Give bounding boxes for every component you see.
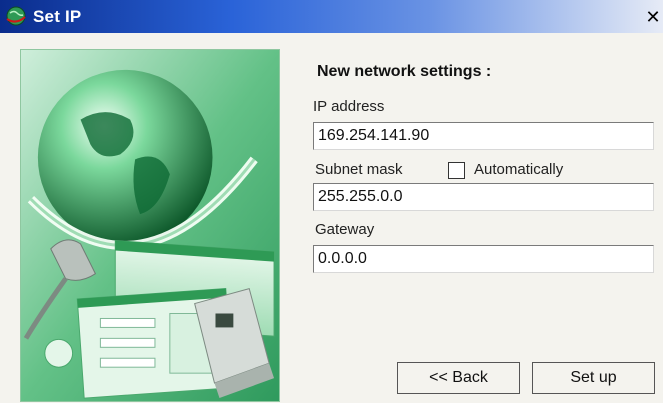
automatically-checkbox[interactable] bbox=[448, 162, 465, 179]
set-up-button[interactable]: Set up bbox=[532, 362, 655, 394]
gateway-input[interactable] bbox=[313, 245, 654, 273]
subnet-mask-input[interactable] bbox=[313, 183, 654, 211]
ip-address-label: IP address bbox=[313, 98, 385, 115]
gateway-label: Gateway bbox=[315, 221, 375, 238]
network-globe-icon bbox=[6, 6, 26, 26]
settings-heading: New network settings : bbox=[317, 63, 492, 80]
subnet-mask-label: Subnet mask bbox=[315, 161, 403, 178]
close-icon[interactable]: ✕ bbox=[645, 9, 661, 27]
set-ip-dialog: Set IP ✕ New network settings: IP addre… bbox=[0, 0, 663, 403]
back-button[interactable]: << Back bbox=[397, 362, 520, 394]
automatically-label: Automatically bbox=[474, 161, 564, 178]
title-bar[interactable]: Set IP ✕ bbox=[0, 0, 663, 33]
window-title: Set IP bbox=[33, 7, 82, 26]
ip-address-input[interactable] bbox=[313, 122, 654, 150]
network-illustration bbox=[20, 49, 280, 402]
